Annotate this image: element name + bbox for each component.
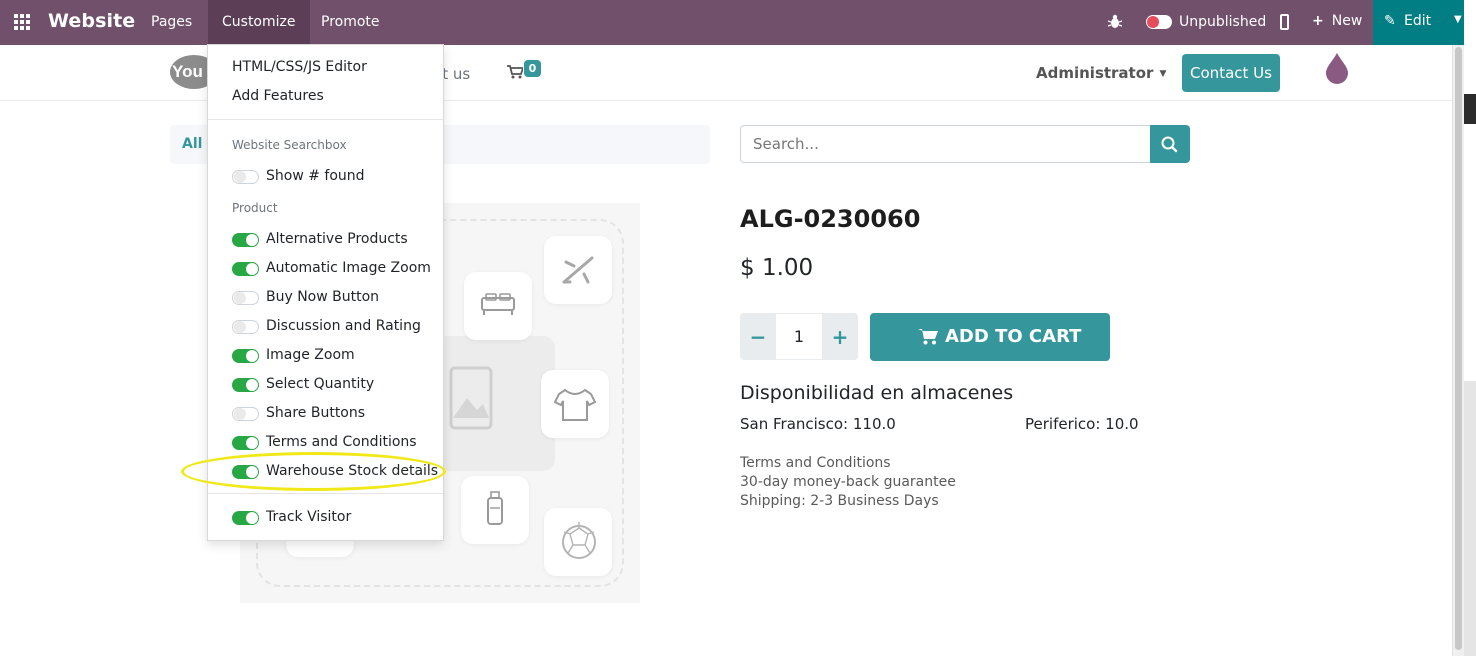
toggle-image-zoom[interactable]	[232, 349, 259, 363]
contact-us-button[interactable]: Contact Us	[1182, 54, 1280, 92]
plus-icon: +	[831, 325, 849, 349]
user-menu[interactable]: Administrator ▼	[1036, 64, 1166, 82]
dropdown-divider	[208, 119, 443, 120]
app-brand[interactable]: Website	[48, 10, 135, 32]
highlight-annotation	[181, 452, 446, 491]
bed-tile	[464, 272, 532, 340]
ball-tile	[544, 508, 612, 576]
edge-gray-block	[1464, 381, 1476, 656]
picture-icon	[449, 366, 493, 430]
quantity-input[interactable]: 1	[776, 313, 822, 360]
search-icon	[1161, 136, 1178, 153]
bug-icon[interactable]	[1108, 14, 1122, 30]
toggle-alternative-products[interactable]	[232, 233, 259, 247]
menu-item-add-features[interactable]: Add Features	[232, 88, 324, 104]
stock-warehouse-sf: San Francisco: 110.0	[740, 415, 896, 433]
chevron-down-icon[interactable]: ▼	[1454, 14, 1462, 25]
stock-availability-title: Disponibilidad en almacenes	[740, 382, 1014, 404]
option-show-found[interactable]: Show # found	[266, 168, 365, 184]
admin-topbar: Website Pages Customize Promote Unpublis…	[0, 0, 1476, 45]
option-discussion-rating[interactable]: Discussion and Rating	[266, 318, 421, 334]
pencil-icon: ✎	[1384, 13, 1396, 29]
section-header-product: Product	[232, 201, 278, 215]
search-input[interactable]	[740, 125, 1150, 163]
option-track-visitor[interactable]: Track Visitor	[266, 509, 351, 525]
shipping-text: Shipping: 2-3 Business Days	[740, 493, 939, 509]
option-automatic-image-zoom[interactable]: Automatic Image Zoom	[266, 260, 431, 276]
dropdown-divider	[208, 493, 443, 494]
quantity-increase-button[interactable]: +	[822, 313, 858, 360]
add-to-cart-label: ADD TO CART	[945, 326, 1082, 347]
option-terms-conditions[interactable]: Terms and Conditions	[266, 434, 417, 450]
cart-icon	[918, 329, 938, 345]
apps-grid-icon[interactable]	[14, 14, 32, 30]
toggle-show-found[interactable]	[232, 170, 259, 184]
tshirt-icon	[553, 388, 597, 421]
guarantee-text: 30-day money-back guarantee	[740, 474, 956, 490]
menu-promote[interactable]: Promote	[307, 0, 394, 45]
option-image-zoom[interactable]: Image Zoom	[266, 347, 355, 363]
new-button[interactable]: + New	[1312, 13, 1362, 29]
edit-button-label: Edit	[1404, 13, 1432, 29]
bottle-tile	[461, 476, 529, 544]
toggle-select-quantity[interactable]	[232, 378, 259, 392]
toggle-discussion-rating[interactable]	[232, 320, 259, 334]
option-select-quantity[interactable]: Select Quantity	[266, 376, 374, 392]
menu-pages[interactable]: Pages	[137, 0, 206, 45]
mobile-preview-icon[interactable]	[1280, 14, 1289, 30]
section-header-searchbox: Website Searchbox	[232, 138, 347, 152]
cart-count-badge: 0	[524, 60, 541, 77]
option-alternative-products[interactable]: Alternative Products	[266, 231, 408, 247]
publish-status[interactable]: Unpublished	[1179, 14, 1266, 30]
page-scrollbar[interactable]	[1452, 45, 1464, 656]
toggle-terms-conditions[interactable]	[232, 436, 259, 450]
quantity-decrease-button[interactable]: −	[740, 313, 776, 360]
edit-button[interactable]: ✎ Edit ▼	[1373, 0, 1476, 45]
stock-warehouse-periferico: Periferico: 10.0	[1025, 415, 1139, 433]
airplane-icon	[562, 256, 594, 284]
plane-tile	[544, 236, 612, 304]
cart-icon[interactable]	[507, 65, 523, 79]
terms-link[interactable]: Terms and Conditions	[740, 454, 956, 473]
menu-customize[interactable]: Customize	[208, 0, 310, 45]
new-button-label: New	[1331, 13, 1363, 29]
drop-icon	[1326, 53, 1348, 84]
add-to-cart-button[interactable]: ADD TO CART	[870, 313, 1110, 361]
background-window-edge	[1464, 0, 1476, 656]
product-price: $ 1.00	[740, 255, 814, 281]
option-buy-now-button[interactable]: Buy Now Button	[266, 289, 379, 305]
user-menu-label: Administrator	[1036, 64, 1154, 82]
image-placeholder-box	[433, 336, 555, 471]
edge-dark-block	[1464, 94, 1476, 124]
menu-item-code-editor[interactable]: HTML/CSS/JS Editor	[232, 59, 367, 75]
option-share-buttons[interactable]: Share Buttons	[266, 405, 365, 421]
scrollbar-thumb[interactable]	[1455, 47, 1462, 650]
toggle-automatic-image-zoom[interactable]	[232, 262, 259, 276]
search-button[interactable]	[1150, 125, 1190, 163]
minus-icon: −	[749, 325, 767, 349]
toggle-track-visitor[interactable]	[232, 511, 259, 525]
toggle-share-buttons[interactable]	[232, 407, 259, 421]
product-title: ALG-0230060	[740, 205, 921, 233]
terms-block: Terms and Conditions 30-day money-back g…	[740, 454, 956, 511]
plus-icon: +	[1312, 13, 1324, 29]
toggle-buy-now-button[interactable]	[232, 291, 259, 305]
ball-icon	[562, 522, 596, 559]
bottle-icon	[487, 491, 503, 525]
publish-toggle[interactable]	[1146, 15, 1172, 29]
bed-icon	[481, 293, 515, 315]
caret-down-icon: ▼	[1159, 69, 1167, 79]
shirt-tile	[541, 370, 609, 438]
